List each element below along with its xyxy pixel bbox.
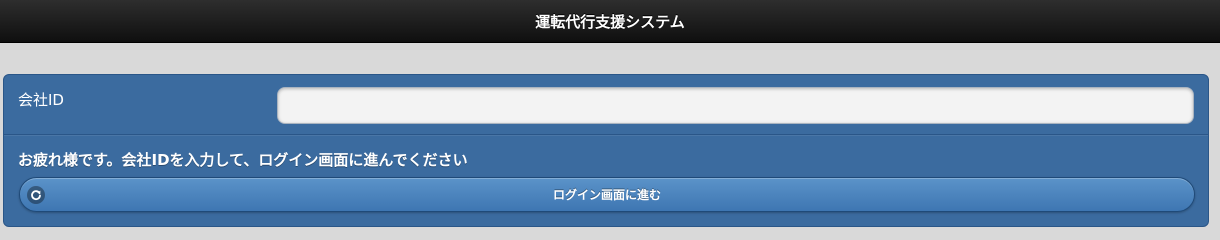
company-id-label: 会社ID: [18, 91, 64, 109]
instruction-message: お疲れ様です。会社IDを入力して、ログイン画面に進んでください: [18, 151, 468, 169]
go-to-login-label: ログイン画面に進む: [552, 188, 661, 202]
company-id-row: 会社ID: [4, 75, 1208, 135]
login-panel: 会社ID お疲れ様です。会社IDを入力して、ログイン画面に進んでください ログイ…: [3, 74, 1209, 227]
app-header: 運転代行支援システム: [0, 0, 1220, 43]
company-id-input[interactable]: [277, 87, 1194, 124]
go-to-login-button[interactable]: ログイン画面に進む: [19, 177, 1195, 212]
app-title: 運転代行支援システム: [535, 12, 685, 31]
arrow-cycle-icon: [27, 186, 45, 204]
